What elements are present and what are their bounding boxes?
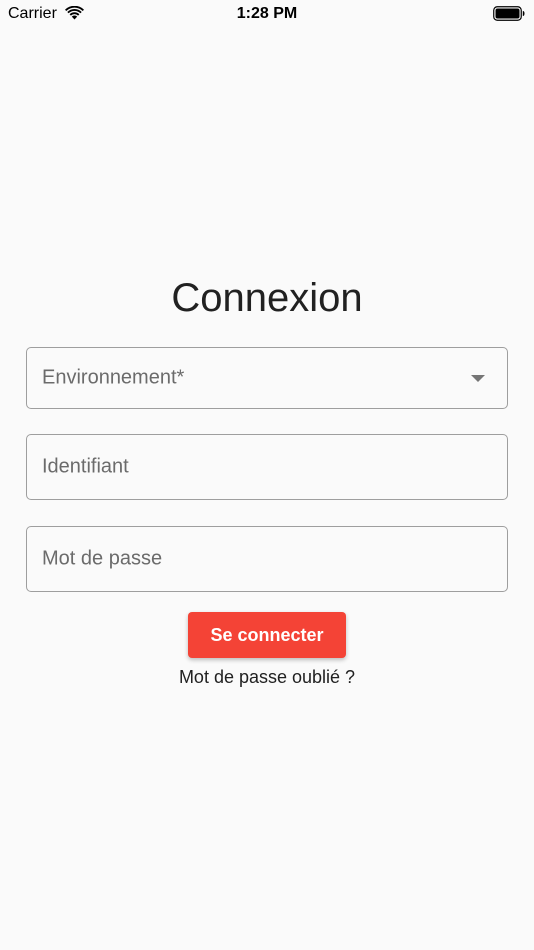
username-label: Identifiant (42, 455, 129, 478)
password-label: Mot de passe (42, 547, 163, 570)
forgot-password-link[interactable]: Mot de passe oublié ? (0, 667, 534, 688)
login-screen: Carrier 1:28 PM Connexion Environnement*… (0, 0, 534, 950)
page-title: Connexion (171, 276, 363, 320)
environment-select[interactable]: Environnement* (26, 347, 508, 409)
battery-icon (493, 6, 525, 21)
status-bar: Carrier 1:28 PM (0, 0, 534, 28)
environment-label: Environnement* (42, 366, 185, 389)
dropdown-arrow-icon (471, 375, 485, 382)
login-button[interactable]: Se connecter (188, 612, 346, 658)
password-field[interactable]: Mot de passe (26, 526, 508, 592)
status-time: 1:28 PM (236, 5, 298, 22)
username-field[interactable]: Identifiant (26, 434, 508, 500)
